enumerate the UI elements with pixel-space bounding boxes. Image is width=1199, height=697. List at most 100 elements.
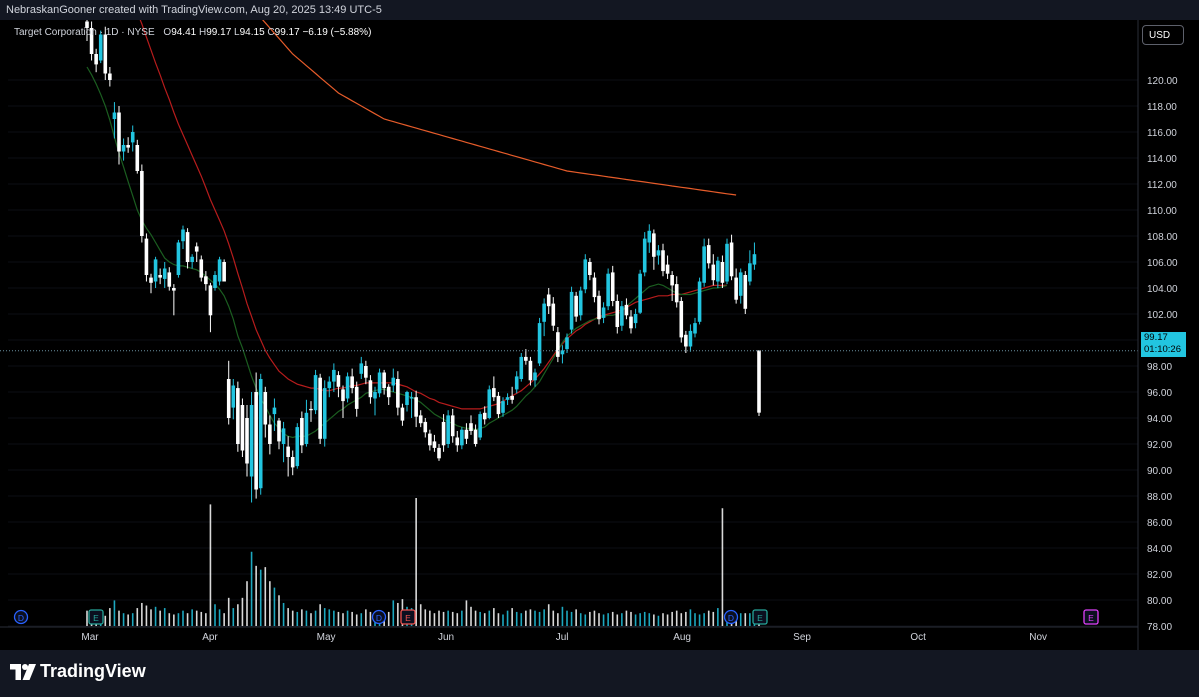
volume-bar	[278, 595, 280, 626]
symbol-legend: Target Corporation · 1D · NYSE O94.41 H9…	[14, 27, 371, 38]
badge-label: E	[1088, 613, 1094, 623]
volume-bar	[511, 608, 513, 626]
candle-body	[592, 277, 597, 298]
candle-body	[652, 233, 656, 257]
candle-body	[670, 275, 674, 286]
volume-bar	[643, 611, 646, 626]
dividend-badge[interactable]: D	[13, 609, 29, 625]
candle-body	[437, 447, 441, 459]
ohlc-change: −6.19 (−5.88%)	[302, 27, 372, 38]
candle-body	[725, 243, 729, 282]
candle-body	[400, 407, 405, 421]
volume-bar	[209, 504, 212, 626]
volume-bar	[557, 613, 559, 626]
volume-bar	[671, 611, 673, 626]
candle-body	[181, 229, 185, 242]
volume-bar	[305, 610, 308, 626]
volume-bar	[712, 611, 715, 626]
volume-bar	[323, 608, 326, 626]
tradingview-logo[interactable]: TradingView	[10, 661, 146, 682]
price-tick-label: 106.00	[1147, 258, 1178, 269]
volume-bar	[502, 614, 504, 626]
candle-body	[569, 291, 574, 330]
badge-label: D	[18, 613, 24, 623]
price-chart[interactable]: D E D E D E E 78.00 80.00 82.00 84.00 86.00 88.00 90…	[0, 20, 1199, 650]
candle-body	[620, 306, 624, 326]
candle-body	[428, 433, 432, 446]
candle-body	[752, 254, 757, 265]
earnings-badge[interactable]: E	[752, 609, 768, 625]
volume-bar	[579, 613, 582, 626]
volume-bar	[333, 610, 335, 626]
candle-body	[441, 421, 446, 446]
volume-bar	[593, 610, 596, 626]
volume-bar	[566, 610, 568, 626]
candle-body	[615, 301, 620, 327]
volume-bar	[483, 613, 486, 626]
header-bar: NebraskanGooner created with TradingView…	[0, 0, 1199, 20]
candle-body	[624, 304, 629, 316]
candle-body	[729, 242, 734, 277]
price-tick-label: 86.00	[1147, 518, 1172, 529]
price-tick-label: 96.00	[1147, 388, 1172, 399]
last-price-tag: 99.17 01:10:26	[1141, 332, 1186, 357]
volume-bar	[109, 608, 111, 626]
volume-bar	[360, 613, 363, 626]
volume-bar	[86, 610, 88, 626]
volume-bar	[525, 610, 527, 626]
volume-bar	[186, 613, 189, 626]
candle-body	[290, 457, 295, 468]
candle-body	[633, 314, 638, 324]
candle-body	[231, 385, 236, 408]
candle-body	[414, 397, 418, 417]
candle-body	[537, 323, 542, 364]
dividend-badge[interactable]: D	[723, 609, 739, 625]
volume-bar	[707, 610, 710, 626]
badge-label: E	[93, 613, 99, 623]
candle-body	[213, 275, 217, 288]
volume-bar	[602, 614, 605, 626]
badge-label: D	[376, 613, 382, 623]
candle-body	[578, 290, 583, 316]
volume-bar	[630, 611, 632, 626]
volume-bar	[218, 609, 221, 626]
ohlc-close: 99.17	[274, 27, 300, 38]
candle-body	[194, 246, 199, 252]
volume-bar	[259, 569, 262, 626]
volume-bar	[749, 613, 751, 626]
volume-bar	[621, 613, 623, 626]
candle-body	[674, 284, 679, 303]
last-price-value: 99.17	[1144, 332, 1168, 343]
earnings_past-badge[interactable]: E	[400, 609, 416, 625]
currency-button[interactable]: USD	[1142, 25, 1184, 45]
candle-body	[524, 356, 528, 361]
price-tick-label: 92.00	[1147, 440, 1172, 451]
candle-body	[460, 429, 464, 446]
badge-label: D	[728, 613, 734, 623]
earnings-badge[interactable]: E	[88, 609, 104, 625]
earnings_future-badge[interactable]: E	[1083, 609, 1099, 625]
volume-bar	[269, 581, 271, 626]
candle-body	[313, 375, 318, 411]
candle-body	[140, 171, 144, 236]
volume-bar	[141, 602, 143, 626]
candle-body	[501, 401, 505, 413]
volume-bar	[241, 597, 244, 626]
candle-body	[295, 427, 300, 467]
candle-body	[345, 376, 350, 399]
volume-bar	[159, 610, 161, 626]
candle-body	[455, 437, 460, 446]
time-tick-label: Sep	[793, 632, 811, 643]
ohlc-open: 94.41	[171, 27, 197, 38]
chart-credit: NebraskanGooner created with TradingView…	[6, 4, 382, 16]
volume-bar	[387, 611, 390, 626]
volume-bar	[296, 611, 299, 626]
volume-bar	[200, 611, 203, 626]
volume-bar	[177, 613, 180, 626]
volume-bar	[717, 608, 719, 626]
volume-bar	[291, 610, 294, 626]
candle-body	[121, 145, 126, 152]
candle-body	[281, 428, 286, 444]
candle-body	[149, 277, 153, 283]
dividend-badge[interactable]: D	[371, 609, 387, 625]
